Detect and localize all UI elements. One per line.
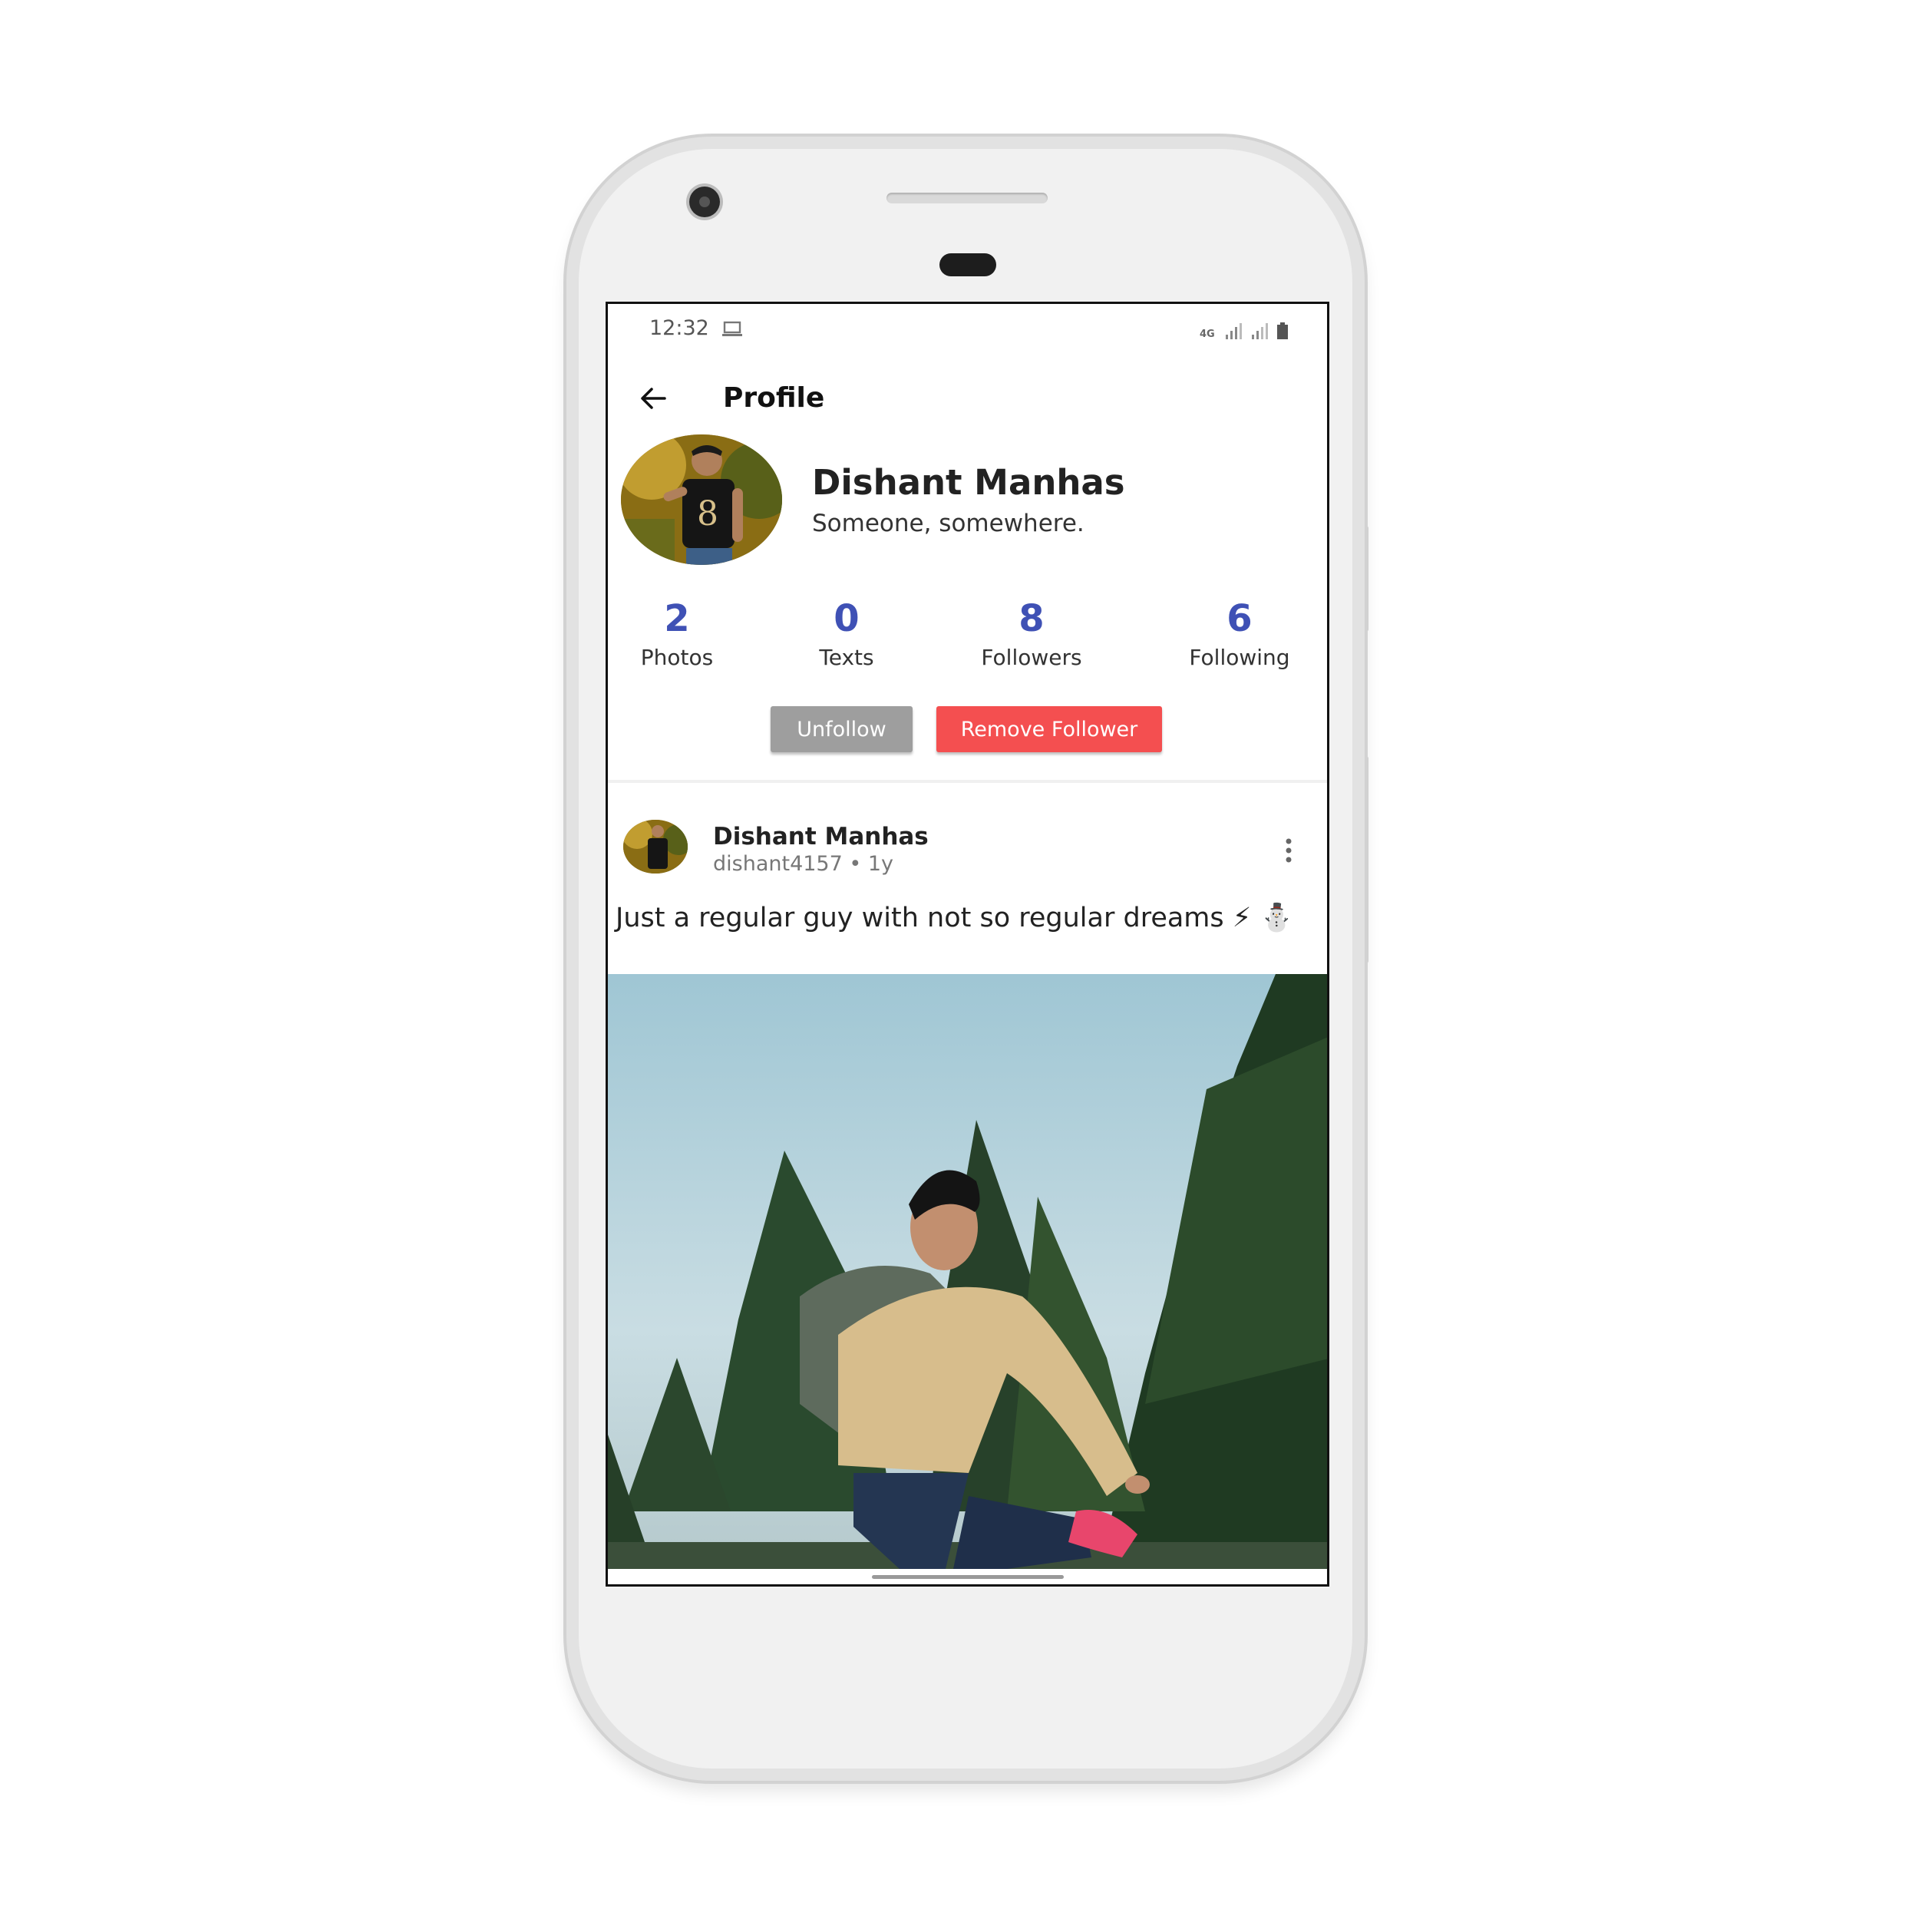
remove-follower-button[interactable]: Remove Follower <box>936 706 1162 752</box>
post-text: Just a regular guy with not so regular d… <box>616 903 1294 933</box>
post-image[interactable] <box>608 974 1327 1569</box>
post-meta: dishant4157 • 1y <box>713 852 894 876</box>
stat-following[interactable]: 6 Following <box>1163 596 1316 670</box>
front-camera-icon <box>689 187 720 217</box>
profile-bio: Someone, somewhere. <box>812 510 1084 537</box>
stat-texts[interactable]: 0 Texts <box>770 596 923 670</box>
unfollow-button[interactable]: Unfollow <box>771 706 913 752</box>
battery-icon <box>1277 322 1288 339</box>
profile-header: 8 Dishant Manhas Someone, somewhere. <box>608 434 1327 588</box>
stat-value: 8 <box>1018 597 1045 640</box>
app-screen: 12:32 4G Profile 8 Dishant Manhas Someon… <box>606 302 1329 1587</box>
svg-text:8: 8 <box>697 494 718 533</box>
laptop-icon <box>722 321 742 336</box>
proximity-sensor <box>939 253 996 276</box>
stat-label: Following <box>1189 645 1290 670</box>
stat-label: Photos <box>640 645 714 670</box>
network-type-label: 4G <box>1200 329 1215 340</box>
post-avatar[interactable] <box>623 820 688 874</box>
status-icons: 4G <box>1200 319 1289 339</box>
signal-icon <box>1226 323 1242 339</box>
page-title: Profile <box>723 382 825 414</box>
back-arrow-icon[interactable] <box>637 382 669 414</box>
status-bar: 12:32 4G <box>608 304 1327 353</box>
post-author[interactable]: Dishant Manhas <box>713 823 929 850</box>
stat-photos[interactable]: 2 Photos <box>608 596 754 670</box>
gesture-nav-handle[interactable] <box>872 1575 1064 1579</box>
avatar-photo: 8 <box>621 434 782 565</box>
stat-value: 6 <box>1226 597 1253 640</box>
stat-label: Followers <box>981 645 1082 670</box>
post-header: Dishant Manhas dishant4157 • 1y <box>608 817 1327 886</box>
stat-value: 2 <box>664 597 690 640</box>
stat-label: Texts <box>819 645 874 670</box>
signal-icon-2 <box>1252 323 1268 339</box>
app-bar: Profile <box>608 353 1327 445</box>
stat-value: 0 <box>834 597 860 640</box>
status-time: 12:32 <box>649 316 709 340</box>
avatar[interactable]: 8 <box>621 434 782 565</box>
divider <box>608 780 1327 783</box>
profile-name: Dishant Manhas <box>812 462 1125 503</box>
stat-followers[interactable]: 8 Followers <box>955 596 1108 670</box>
profile-stats: 2 Photos 0 Texts 8 Followers 6 Following <box>608 596 1327 688</box>
earpiece-speaker <box>886 193 1048 203</box>
more-vert-icon[interactable] <box>1281 835 1296 866</box>
post-photo <box>608 974 1327 1569</box>
post-avatar-photo <box>623 820 688 874</box>
